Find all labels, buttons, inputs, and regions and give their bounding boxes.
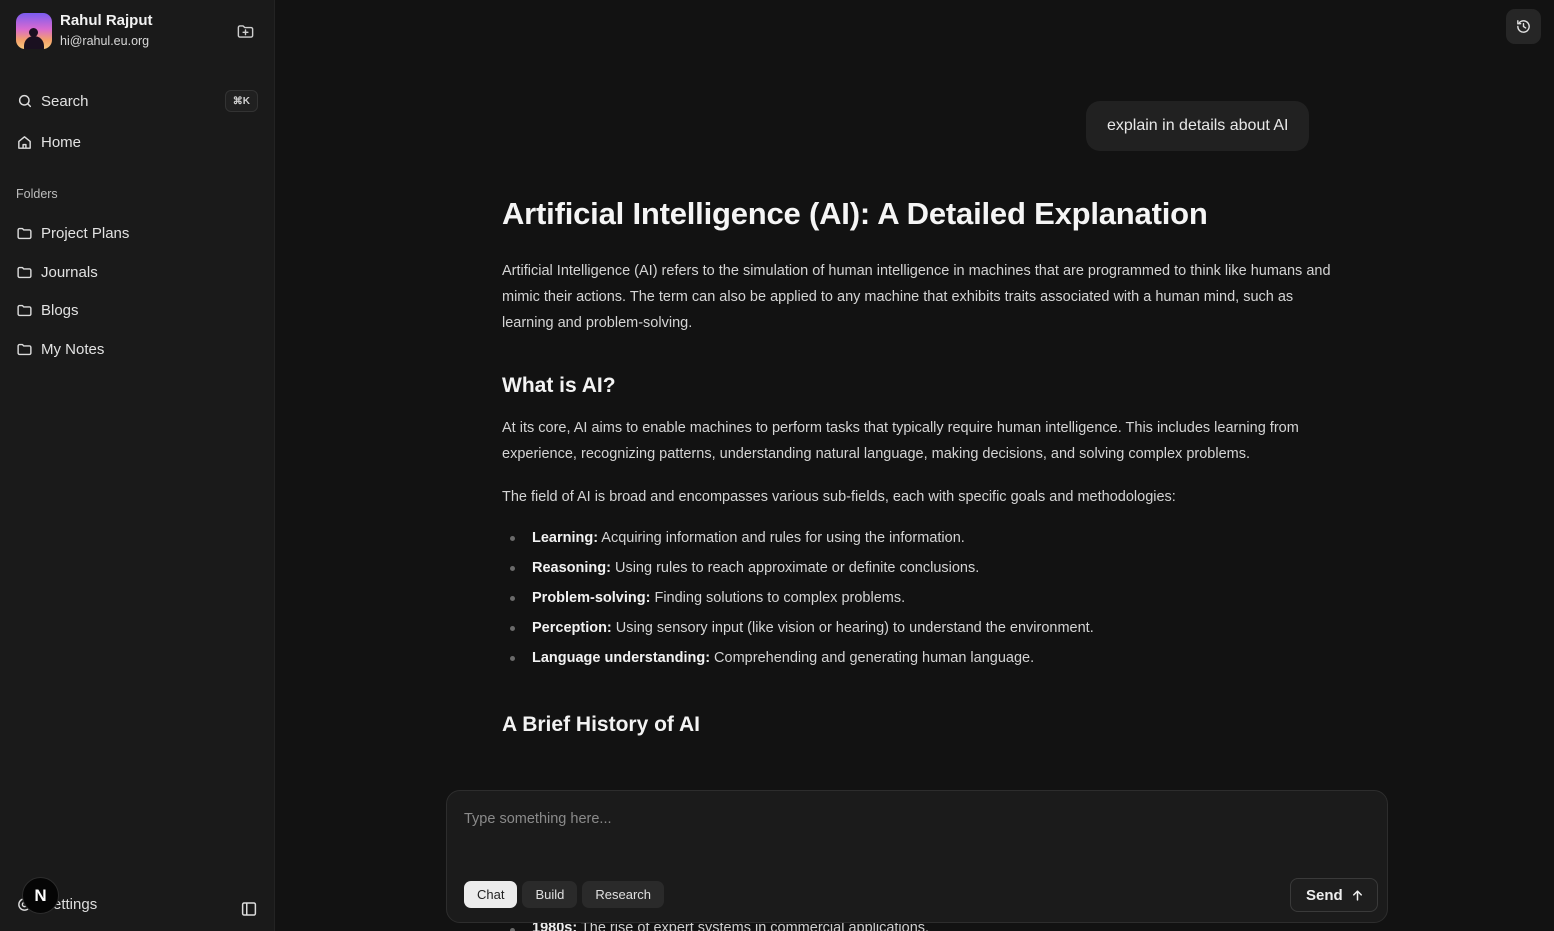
assistant-response: Artificial Intelligence (AI): A Detailed… xyxy=(502,190,1332,740)
folder-plus-icon xyxy=(237,24,253,38)
send-button[interactable]: Send xyxy=(1290,878,1378,912)
sidebar-search[interactable]: Search ⌘K xyxy=(16,87,258,115)
section-paragraph: The field of AI is broad and encompasses… xyxy=(502,489,1176,505)
user-email: hi@rahul.eu.org xyxy=(60,34,150,48)
search-label: Search xyxy=(41,92,89,110)
sidebar-item-project-plans[interactable]: Project Plans xyxy=(16,219,258,247)
user-message-bubble: explain in details about AI xyxy=(1086,101,1310,151)
avatar xyxy=(16,13,52,49)
send-label: Send xyxy=(1306,886,1343,904)
search-icon xyxy=(16,93,33,110)
new-folder-button[interactable] xyxy=(234,20,256,42)
folder-label: My Notes xyxy=(41,340,105,358)
section-heading: What is AI? xyxy=(502,374,616,397)
folder-icon xyxy=(16,302,33,319)
sidebar-item-home[interactable]: Home xyxy=(16,128,258,156)
sidebar-item-journals[interactable]: Journals xyxy=(16,258,258,286)
message-composer: Chat Build Research Send xyxy=(446,790,1388,923)
user-profile[interactable]: Rahul Rajput hi@rahul.eu.org xyxy=(16,12,153,50)
response-title: Artificial Intelligence (AI): A Detailed… xyxy=(502,196,1208,231)
section-paragraph: At its core, AI aims to enable machines … xyxy=(502,420,1299,462)
search-shortcut: ⌘K xyxy=(224,90,258,112)
list-item: Perception: Using sensory input (like vi… xyxy=(502,613,1332,643)
message-input[interactable] xyxy=(464,805,1364,833)
arrow-up-icon xyxy=(1350,888,1365,903)
sidebar-toggle-button[interactable] xyxy=(239,899,259,919)
list-item: Learning: Acquiring information and rule… xyxy=(502,523,1332,553)
sidebar: Rahul Rajput hi@rahul.eu.org Search ⌘K H… xyxy=(0,0,275,931)
list-item: Reasoning: Using rules to reach approxim… xyxy=(502,553,1332,583)
user-name: Rahul Rajput xyxy=(60,12,153,29)
subfields-list: Learning: Acquiring information and rule… xyxy=(502,523,1332,673)
history-button[interactable] xyxy=(1506,9,1541,44)
tab-build[interactable]: Build xyxy=(522,881,578,908)
sidebar-item-my-notes[interactable]: My Notes xyxy=(16,335,258,363)
sidebar-item-blogs[interactable]: Blogs xyxy=(16,296,258,324)
tab-chat[interactable]: Chat xyxy=(464,881,518,908)
folders-heading: Folders xyxy=(16,187,58,201)
folder-icon xyxy=(16,341,33,358)
tab-research[interactable]: Research xyxy=(582,881,665,908)
home-icon xyxy=(16,134,33,151)
list-item: Problem-solving: Finding solutions to co… xyxy=(502,583,1332,613)
history-icon xyxy=(1517,20,1530,33)
mode-tabs: Chat Build Research xyxy=(464,881,665,908)
section-heading: A Brief History of AI xyxy=(502,713,700,736)
intro-paragraph: Artificial Intelligence (AI) refers to t… xyxy=(502,263,1331,331)
folder-label: Project Plans xyxy=(41,224,130,242)
folder-icon xyxy=(16,225,33,242)
panel-left-icon xyxy=(241,902,257,916)
folder-icon xyxy=(16,264,33,281)
app-badge[interactable]: N xyxy=(22,877,59,914)
home-label: Home xyxy=(41,133,82,151)
list-item: Language understanding: Comprehending an… xyxy=(502,643,1332,673)
folder-label: Blogs xyxy=(41,301,79,319)
folder-label: Journals xyxy=(41,263,98,281)
